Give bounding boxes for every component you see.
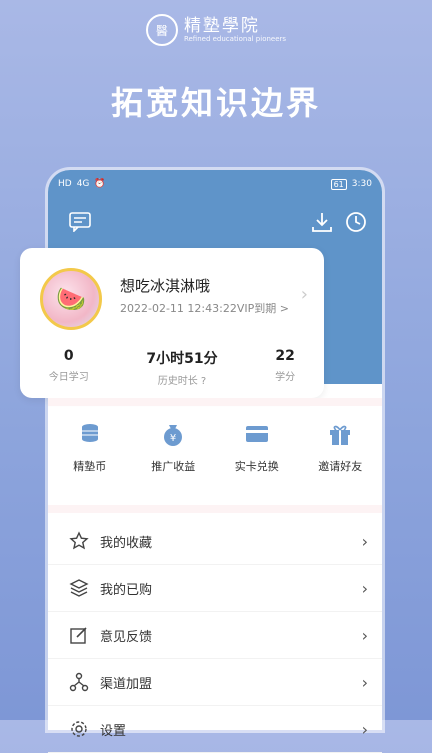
- coins-icon: [76, 420, 104, 448]
- quick-label: 实卡兑换: [234, 460, 279, 473]
- chevron-right-icon: ›: [361, 531, 368, 551]
- network-icon: [68, 671, 90, 693]
- quick-redeem[interactable]: 实卡兑换: [217, 420, 297, 474]
- chevron-right-icon: ›: [361, 625, 368, 645]
- stat-label: 历史时长 ?: [157, 376, 207, 387]
- chevron-right-icon: ›: [361, 719, 368, 739]
- stat-label: 今日学习: [48, 372, 89, 383]
- quick-label: 推广收益: [151, 460, 196, 473]
- menu-favorites[interactable]: 我的收藏 ›: [48, 518, 382, 565]
- status-bar: HD 4G ⏰ 61 3:30: [48, 170, 382, 198]
- stat-label: 学分: [275, 372, 296, 383]
- menu-partner[interactable]: 渠道加盟 ›: [48, 659, 382, 706]
- menu-label: 意见反馈: [100, 629, 153, 645]
- brand-name-cn: 精塾學院: [183, 15, 260, 36]
- username: 想吃冰淇淋哦: [120, 277, 211, 295]
- stat-today: 0 今日学习: [49, 348, 89, 387]
- alarm-icon: ⏰: [94, 179, 106, 189]
- menu-label: 设置: [100, 723, 127, 739]
- quick-coins[interactable]: 精塾币: [50, 420, 130, 474]
- stat-history[interactable]: 7小时51分 历史时长 ?: [146, 348, 217, 387]
- chevron-right-icon: ›: [361, 672, 368, 692]
- download-icon[interactable]: [310, 210, 334, 234]
- chevron-right-icon: ›: [361, 578, 368, 598]
- quick-actions: 精塾币 ¥ 推广收益 实卡兑换 邀请好友: [48, 420, 382, 474]
- chevron-right-icon[interactable]: ›: [301, 284, 308, 305]
- stat-value: 7小时51分: [146, 351, 218, 367]
- vip-expiry[interactable]: 2022-02-11 12:43:22VIP到期 >: [120, 300, 289, 316]
- menu-settings[interactable]: 设置 ›: [48, 706, 382, 753]
- stat-credits: 22 学分: [275, 348, 295, 387]
- menu-list: 我的收藏 › 我的已购 › 意见反馈 › 渠道加盟 › 设置 ›: [48, 518, 382, 753]
- quick-label: 精塾币: [73, 460, 107, 473]
- brand-name-en: Refined educational pioneers: [183, 34, 287, 43]
- money-bag-icon: ¥: [159, 420, 187, 448]
- quick-label: 邀请好友: [318, 460, 363, 473]
- headline: 拓宽知识边界: [110, 84, 321, 122]
- svg-text:¥: ¥: [170, 433, 176, 444]
- message-icon[interactable]: [68, 210, 92, 234]
- stat-value: 22: [275, 348, 295, 364]
- divider: [48, 505, 382, 513]
- menu-label: 我的已购: [100, 582, 153, 598]
- brand-header: 醫 精塾學院 Refined educational pioneers: [0, 14, 432, 46]
- status-icon: HD: [58, 179, 72, 189]
- avatar[interactable]: 🍉: [40, 268, 102, 330]
- status-icon: 4G: [76, 179, 90, 189]
- profile-card[interactable]: 🍉 想吃冰淇淋哦 2022-02-11 12:43:22VIP到期 > › 0 …: [20, 248, 324, 398]
- menu-feedback[interactable]: 意见反馈 ›: [48, 612, 382, 659]
- stats-row: 0 今日学习 7小时51分 历史时长 ? 22 学分: [20, 348, 324, 387]
- layers-icon: [68, 577, 90, 599]
- divider: [48, 398, 382, 406]
- card-icon: [243, 420, 271, 448]
- menu-label: 我的收藏: [100, 535, 153, 551]
- quick-earnings[interactable]: ¥ 推广收益: [133, 420, 213, 474]
- menu-purchased[interactable]: 我的已购 ›: [48, 565, 382, 612]
- battery-icon: 61: [330, 178, 347, 190]
- status-time: 3:30: [351, 179, 372, 189]
- stat-value: 0: [63, 348, 74, 364]
- history-icon[interactable]: [344, 210, 368, 234]
- logo-icon: 醫: [145, 14, 178, 46]
- settings-icon: [68, 718, 90, 740]
- gift-icon: [326, 420, 354, 448]
- quick-invite[interactable]: 邀请好友: [300, 420, 380, 474]
- brand-names: 精塾學院 Refined educational pioneers: [184, 17, 286, 44]
- feedback-icon: [68, 624, 90, 646]
- menu-label: 渠道加盟: [100, 676, 153, 692]
- star-icon: [68, 530, 90, 552]
